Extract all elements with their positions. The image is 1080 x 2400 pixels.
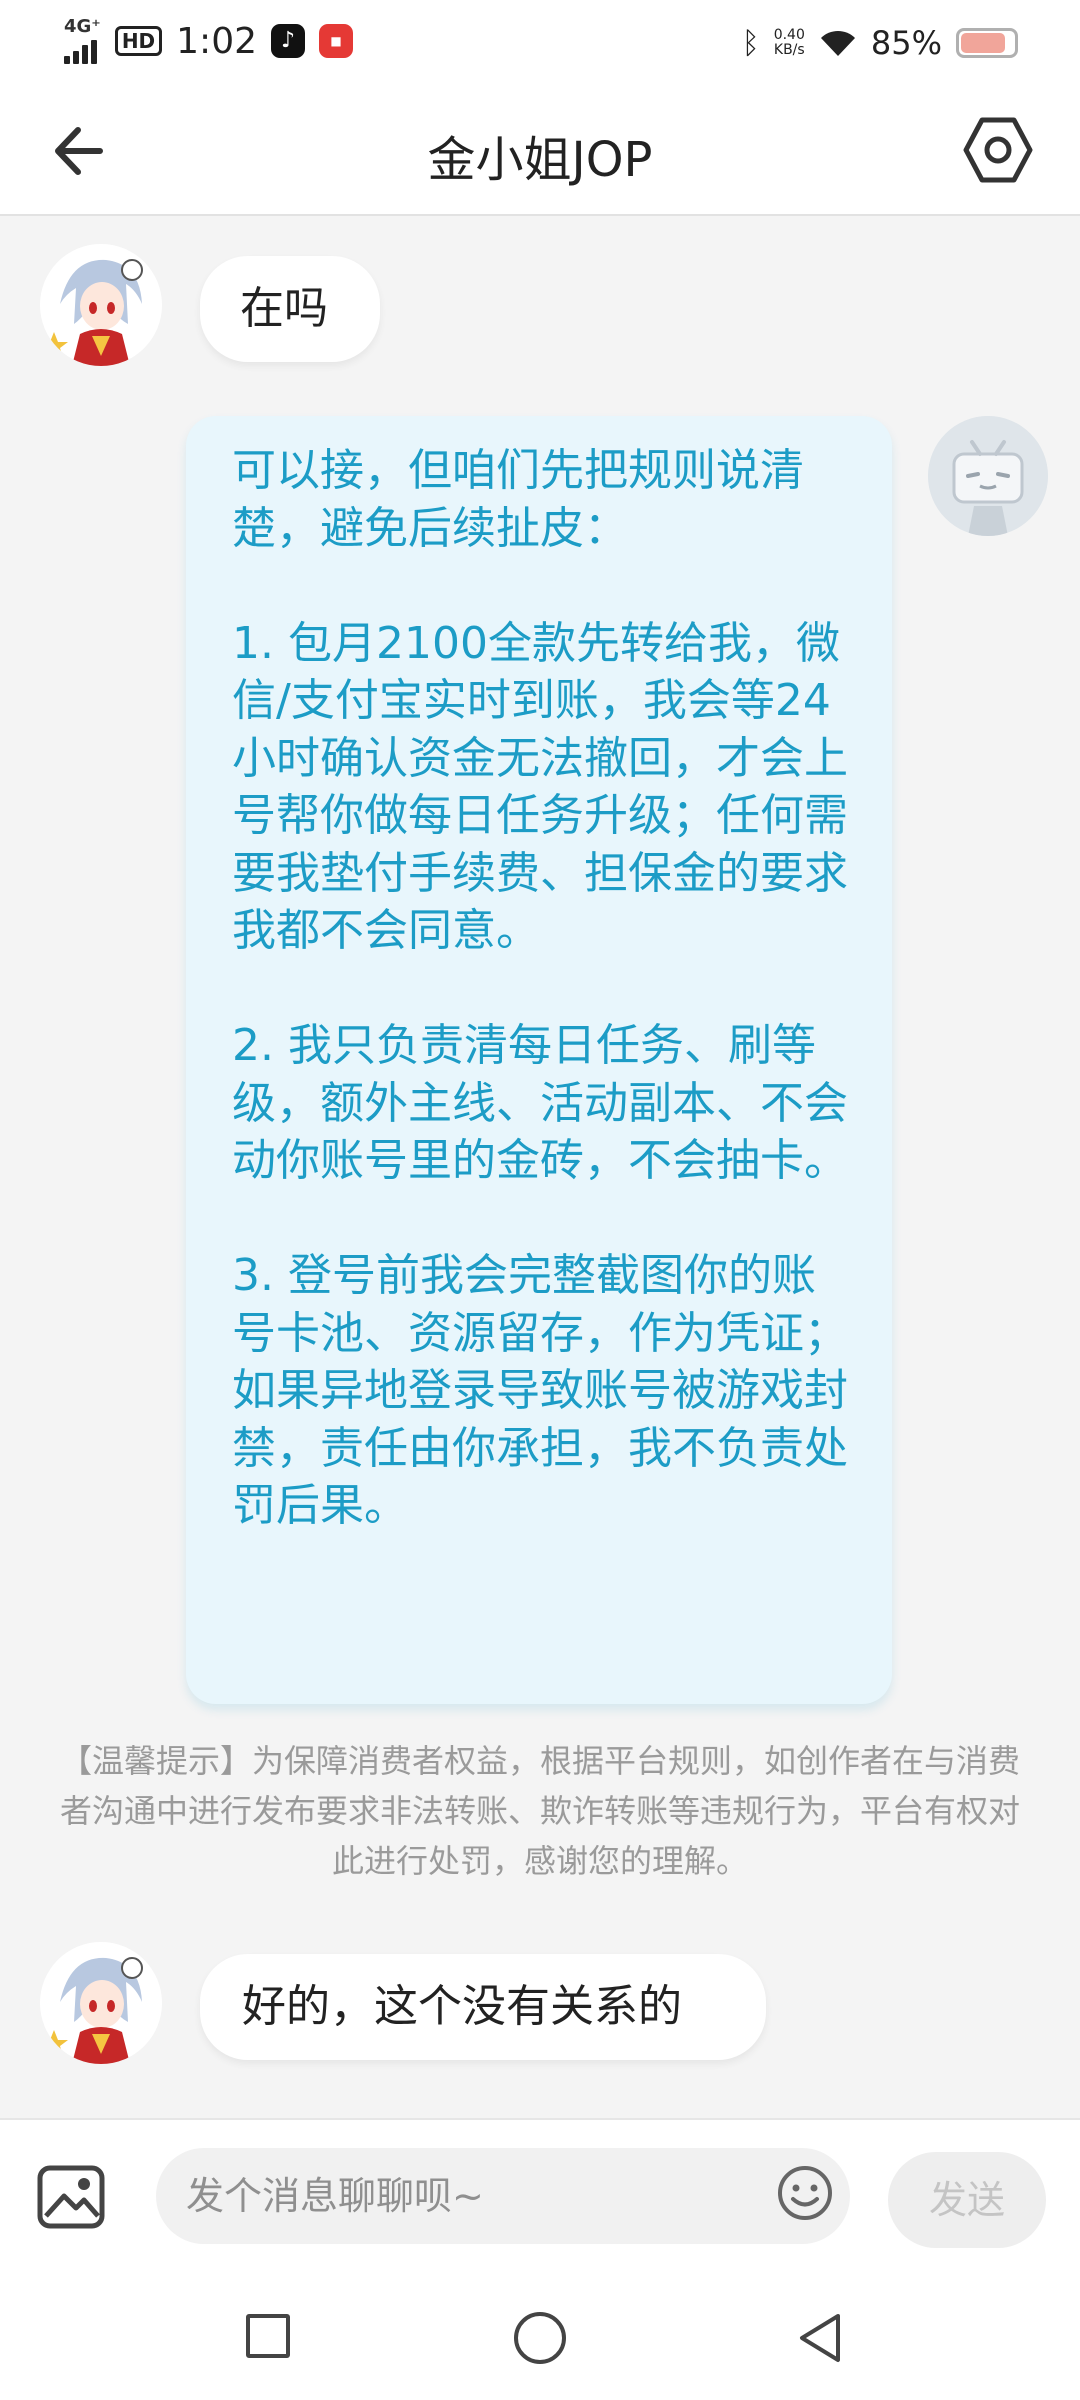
status-bar: 4G⁺ HD 1:02 ♪ ■ ᛒ 0.40 KB/s 85% (0, 0, 1080, 86)
avatar[interactable] (40, 244, 162, 366)
message-text: 好的，这个没有关系的 (242, 1981, 682, 2032)
battery-percent: 85% (870, 24, 942, 62)
message-bubble-outgoing[interactable]: 可以接，但咱们先把规则说清楚，避免后续扯皮： 1. 包月2100全款先转给我，微… (186, 416, 892, 1704)
net-speed: 0.40 KB/s (774, 28, 805, 58)
anime-avatar-icon (40, 1942, 162, 2064)
nav-back-icon[interactable] (792, 2310, 848, 2366)
message-bubble-incoming[interactable]: 好的，这个没有关系的 (200, 1954, 766, 2060)
net-speed-unit: KB/s (773, 42, 805, 58)
hd-badge: HD (114, 26, 163, 56)
battery-fill (961, 33, 1005, 53)
anime-avatar-icon (40, 244, 162, 366)
message-bubble-incoming[interactable]: 在吗 (200, 256, 380, 362)
message-paragraph: 1. 包月2100全款先转给我，微信/支付宝实时到账，我会等24小时确认资金无法… (232, 617, 848, 957)
message-paragraph: 可以接，但咱们先把规则说清楚，避免后续扯皮： (232, 445, 804, 554)
chat-area[interactable]: 在吗 可以接，但咱们先把规则说清楚，避免后续扯皮： 1. 包月2100全款先转给… (0, 216, 1080, 2116)
hexagon-settings-icon[interactable] (960, 112, 1036, 188)
status-left: 4G⁺ HD 1:02 ♪ ■ (64, 16, 353, 66)
tv-avatar-icon[interactable] (928, 416, 1048, 536)
chat-header: 金小姐JOP (0, 86, 1080, 216)
system-nav-bar (0, 2274, 1080, 2400)
page-title: 金小姐JOP (427, 132, 653, 188)
recents-icon[interactable] (246, 2314, 290, 2358)
image-icon[interactable] (36, 2164, 106, 2230)
home-icon[interactable] (514, 2312, 566, 2364)
bluetooth-icon: ᛒ (741, 25, 760, 61)
avatar[interactable] (40, 1942, 162, 2064)
send-button[interactable]: 发送 (888, 2152, 1046, 2248)
status-right: ᛒ 0.40 KB/s 85% (742, 18, 1018, 68)
battery-icon (956, 28, 1018, 58)
net-speed-value: 0.40 (773, 27, 805, 43)
message-input[interactable]: 发个消息聊聊呗~ (156, 2148, 850, 2244)
message-text: 在吗 (240, 283, 328, 334)
app-notification-icon: ■ (319, 24, 353, 58)
input-bar: 发个消息聊聊呗~ 发送 (0, 2118, 1080, 2276)
emoji-icon[interactable] (776, 2164, 834, 2222)
message-paragraph: 2. 我只负责清每日任务、刷等级，额外主线、活动副本、不会动你账号里的金砖，不会… (232, 1020, 848, 1186)
tiktok-notification-icon: ♪ (271, 24, 305, 58)
network-type: 4G⁺ (64, 16, 101, 37)
platform-notice: 【温馨提示】为保障消费者权益，根据平台规则，如创作者在与消费者沟通中进行发布要求… (60, 1742, 1021, 1880)
wifi-icon (820, 30, 855, 56)
message-paragraph: 3. 登号前我会完整截图你的账号卡池、资源留存，作为凭证；如果异地登录导致账号被… (232, 1250, 848, 1531)
signal-icon (64, 36, 97, 64)
clock: 1:02 (176, 20, 257, 62)
